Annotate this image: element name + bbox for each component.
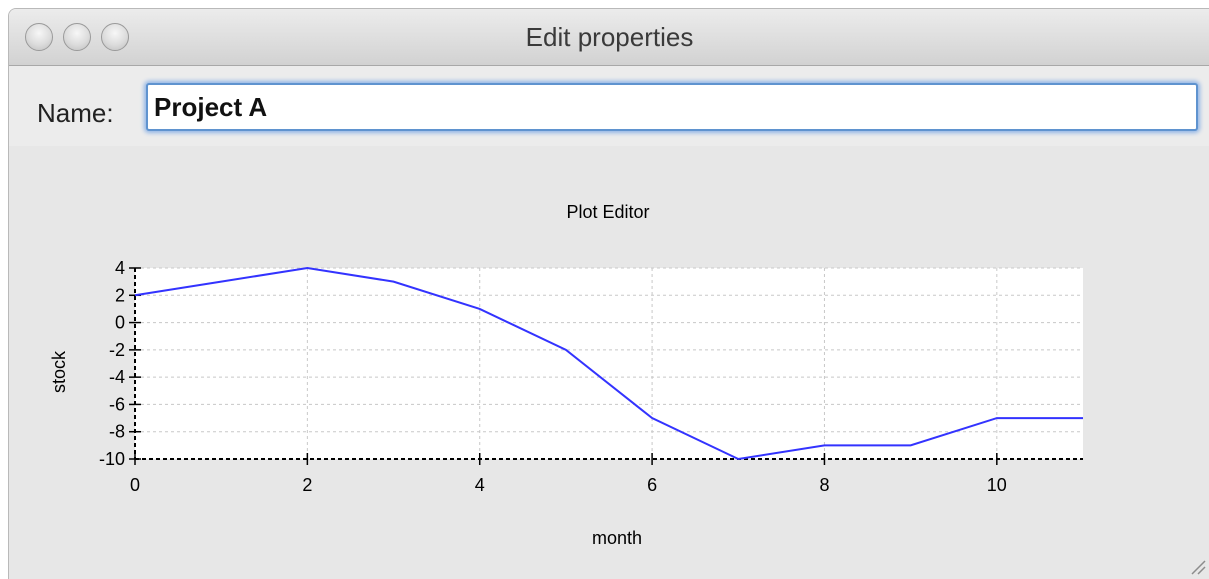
x-axis-label: month bbox=[592, 528, 642, 548]
y-tick-label: 2 bbox=[115, 285, 125, 305]
x-tick-label: 2 bbox=[302, 475, 312, 495]
y-axis-label: stock bbox=[49, 350, 69, 393]
x-tick-label: 6 bbox=[647, 475, 657, 495]
resize-grip-icon[interactable] bbox=[1188, 557, 1206, 575]
name-label: Name: bbox=[37, 98, 114, 128]
x-tick-label: 10 bbox=[987, 475, 1007, 495]
x-tick-label: 8 bbox=[819, 475, 829, 495]
y-tick-label: -4 bbox=[109, 367, 125, 387]
y-tick-label: 0 bbox=[115, 313, 125, 333]
chart-grid bbox=[135, 267, 1083, 459]
window-title: Edit properties bbox=[525, 22, 694, 52]
name-input[interactable] bbox=[146, 83, 1198, 131]
plot-background bbox=[135, 268, 1083, 459]
y-tick-label: -10 bbox=[99, 449, 125, 469]
y-tick-label: -8 bbox=[109, 422, 125, 442]
x-tick-label: 0 bbox=[130, 475, 140, 495]
plot-editor-panel: Plot Editor 0 2 4 6 8 10 4 2 0 -2 -4 -6 -8 -10 month… bbox=[9, 146, 1209, 579]
name-row: Name: bbox=[9, 66, 1209, 146]
y-tick-label: -2 bbox=[109, 340, 125, 360]
chart-title: Plot Editor bbox=[566, 202, 649, 222]
line-chart: Plot Editor 0 2 4 6 8 10 4 2 0 -2 -4 -6 -8 -10 month… bbox=[49, 202, 1083, 548]
edit-properties-window: Edit properties Name: Plot Editor 0 2 4 6 8 1… bbox=[8, 8, 1209, 579]
title-bar[interactable]: Edit properties bbox=[9, 9, 1209, 66]
x-tick-label: 4 bbox=[475, 475, 485, 495]
y-tick-label: -6 bbox=[109, 394, 125, 414]
y-tick-label: 4 bbox=[115, 258, 125, 278]
